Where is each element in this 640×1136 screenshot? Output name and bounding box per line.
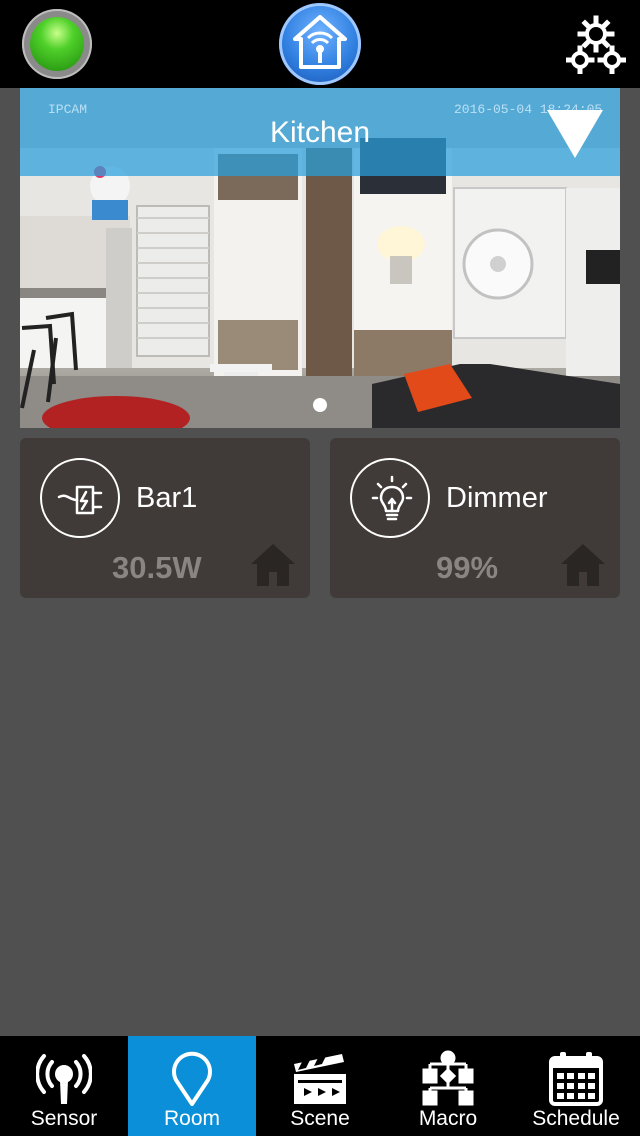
tab-label: Room: [163, 1107, 221, 1130]
tab-label: Macro: [418, 1107, 478, 1130]
camera-osd-label: IPCAM: [48, 102, 88, 117]
device-value: 30.5W: [112, 550, 202, 585]
tab-sensor[interactable]: Sensor: [0, 1036, 128, 1136]
device-name: Bar1: [136, 482, 198, 514]
home-logo-icon[interactable]: [279, 3, 361, 85]
tab-scene[interactable]: Scene: [256, 1036, 384, 1136]
device-value: 99%: [436, 550, 499, 585]
room-dropdown-icon[interactable]: [547, 110, 603, 158]
room-title: Kitchen: [269, 116, 371, 149]
flowchart-icon: [422, 1050, 474, 1106]
tab-label: Sensor: [30, 1107, 98, 1130]
device-name: Dimmer: [446, 482, 548, 514]
sensor-antenna-icon: [36, 1054, 92, 1104]
page-indicator-dot[interactable]: [313, 398, 327, 412]
location-pin-icon: [172, 1051, 212, 1106]
tab-macro[interactable]: Macro: [384, 1036, 512, 1136]
tab-schedule[interactable]: Schedule: [512, 1036, 640, 1136]
top-bar: [0, 0, 640, 88]
settings-gear-icon[interactable]: [565, 14, 627, 75]
home-icon: [251, 544, 295, 586]
power-plug-icon: [40, 458, 120, 538]
home-icon: [561, 544, 605, 586]
tab-label: Scene: [290, 1107, 350, 1130]
device-card-dimmer[interactable]: Dimmer 99%: [330, 438, 620, 598]
tab-room[interactable]: Room: [128, 1036, 256, 1136]
connection-status-icon[interactable]: [22, 9, 92, 79]
bottom-tab-bar: Sensor Room Scene Macro Schedule: [0, 1036, 640, 1136]
calendar-icon: [549, 1052, 603, 1106]
tab-label: Schedule: [532, 1107, 620, 1130]
light-bulb-icon: [350, 458, 430, 538]
camera-feed[interactable]: IPCAM 2016-05-04 18:24:05 Kitchen: [20, 88, 620, 428]
clapperboard-icon: [294, 1054, 346, 1104]
device-card-bar1[interactable]: Bar1 30.5W: [20, 438, 310, 598]
